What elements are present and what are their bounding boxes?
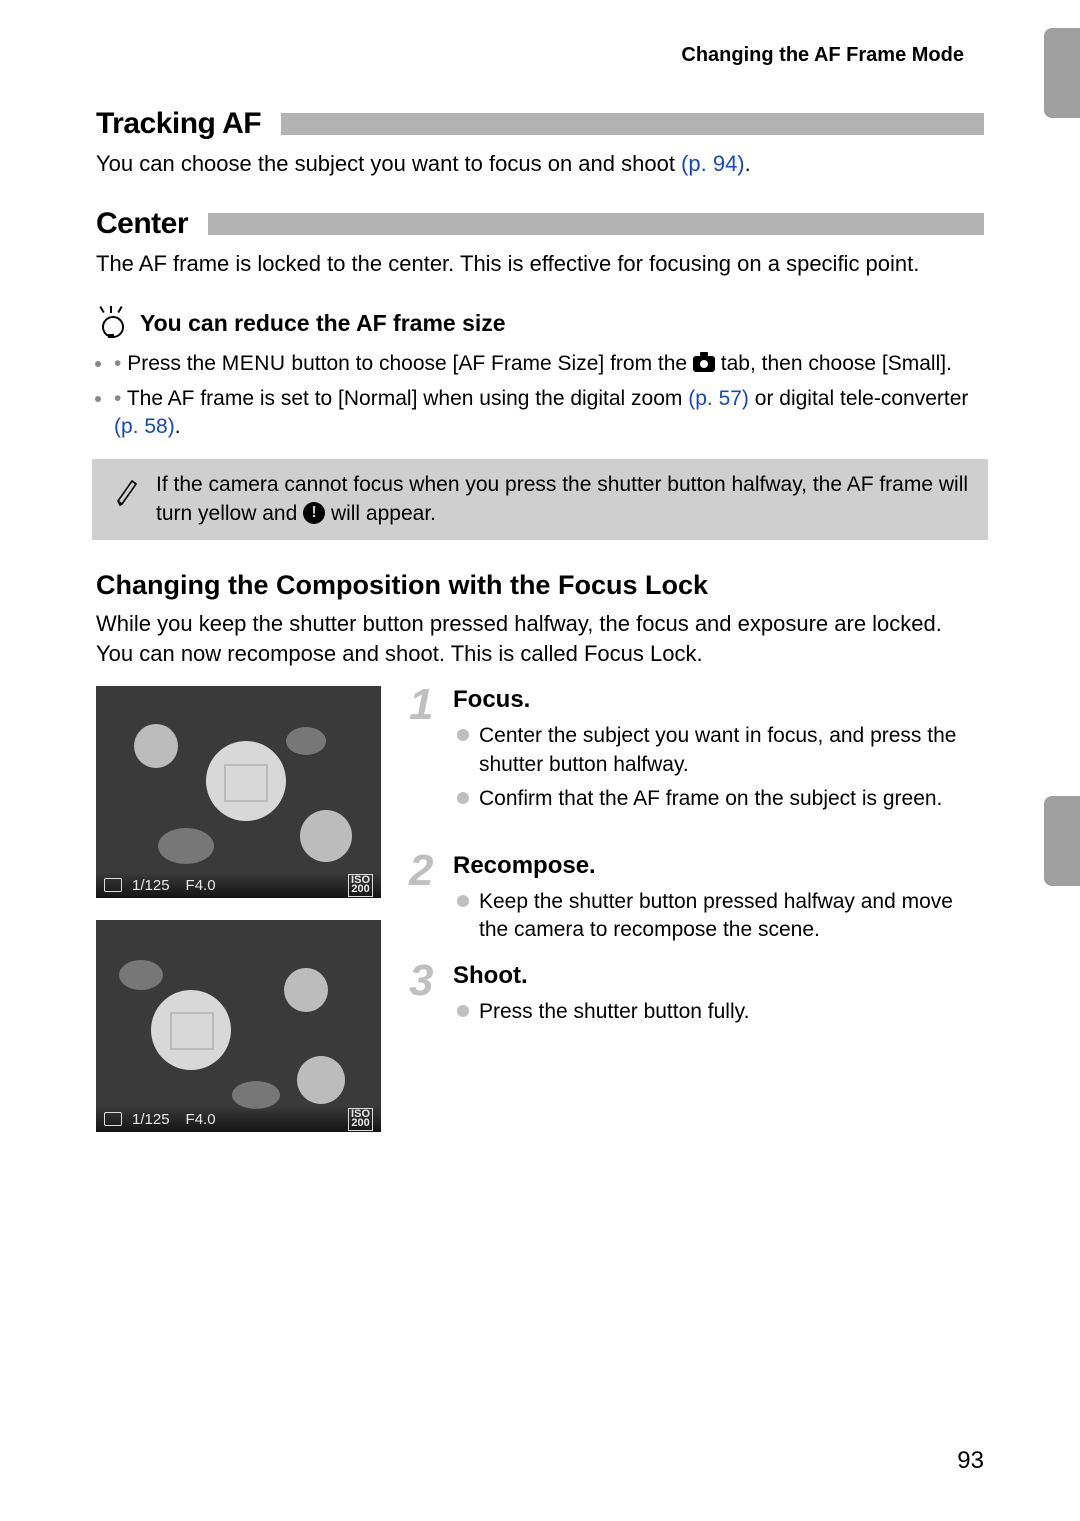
osd-bar: 1/125 F4.0 ISO200 [96,1106,381,1132]
osd-shutter: 1/125 [132,1111,170,1128]
tracking-body-post: . [745,151,751,176]
tracking-body: You can choose the subject you want to f… [96,149,984,179]
thumbnails: 1/125 F4.0 ISO200 1/125 [96,686,381,1132]
step-bullet: Confirm that the AF frame on the subject… [457,785,984,813]
step-1: 1 Focus. Center the subject you want in … [409,686,984,813]
step-title: Shoot. [453,962,984,990]
side-tab-mid [1044,796,1080,886]
tracking-body-pre: You can choose the subject you want to f… [96,151,681,176]
step-bullet: Press the shutter button fully. [457,998,984,1026]
osd-bar: 1/125 F4.0 ISO200 [96,872,381,898]
section-heading-tracking: Tracking AF [96,107,984,141]
tip-item-1: • Press the MENU button to choose [AF Fr… [114,350,984,378]
heading-rule [204,213,984,235]
pencil-icon [114,471,140,507]
page-number: 93 [957,1447,984,1475]
step-3: 3 Shoot. Press the shutter button fully. [409,962,984,1026]
tip2-link1[interactable]: (p. 57) [688,387,749,410]
steps-area: 1/125 F4.0 ISO200 1/125 [96,686,984,1172]
tip1-pre: Press the [127,352,222,375]
section-heading-center: Center [96,207,984,241]
lightbulb-icon [96,306,126,340]
iso-icon: ISO200 [348,1108,373,1132]
step-bullet: Center the subject you want in focus, an… [457,722,984,779]
note-text: If the camera cannot focus when you pres… [156,471,972,528]
center-body: The AF frame is locked to the center. Th… [96,249,984,279]
running-header: Changing the AF Frame Mode [96,44,984,67]
af-frame-icon [170,1012,214,1050]
step-number: 1 [409,680,433,730]
tip1-mid: button to choose [AF Frame Size] from th… [286,352,693,375]
step-title: Recompose. [453,852,984,880]
tip1-post: tab, then choose [Small]. [715,352,952,375]
osd-shutter: 1/125 [132,877,170,894]
tip2-link2[interactable]: (p. 58) [114,415,175,438]
note-post: will appear. [331,502,436,525]
tip2-post: . [175,415,181,438]
osd-aperture: F4.0 [186,877,216,894]
heading-tracking: Tracking AF [96,107,261,141]
thumbnail-recompose: 1/125 F4.0 ISO200 [96,920,381,1132]
note-box: If the camera cannot focus when you pres… [92,459,988,540]
tracking-link[interactable]: (p. 94) [681,151,745,176]
step-bullet: Keep the shutter button pressed halfway … [457,888,984,945]
warn-glyph: ! [311,502,316,524]
tip-heading-row: You can reduce the AF frame size [96,306,984,340]
tip2-mid: or digital tele-converter [749,387,968,410]
step-number: 3 [409,956,433,1006]
metering-icon [104,878,122,892]
warning-icon: ! [303,502,325,524]
osd-aperture: F4.0 [186,1111,216,1128]
tip2-pre: The AF frame is set to [Normal] when usi… [127,387,688,410]
heading-rule [277,113,984,135]
side-tab-top [1044,28,1080,118]
camera-icon [693,356,715,372]
note-pre: If the camera cannot focus when you pres… [156,473,968,524]
tip-item-2: • The AF frame is set to [Normal] when u… [114,385,984,442]
step-title: Focus. [453,686,984,714]
focus-lock-heading: Changing the Composition with the Focus … [96,570,984,601]
menu-label: MENU [222,352,286,375]
iso-icon: ISO200 [348,874,373,898]
heading-center: Center [96,207,188,241]
metering-icon [104,1112,122,1126]
step-2: 2 Recompose. Keep the shutter button pre… [409,852,984,945]
focus-lock-body: While you keep the shutter button presse… [96,609,984,668]
tip-list: • Press the MENU button to choose [AF Fr… [96,350,984,441]
step-number: 2 [409,846,433,896]
tip-title: You can reduce the AF frame size [140,310,506,337]
page-content: Changing the AF Frame Mode Tracking AF Y… [0,0,1080,1172]
thumbnail-focus: 1/125 F4.0 ISO200 [96,686,381,898]
steps-list: 1 Focus. Center the subject you want in … [409,686,984,1132]
af-frame-icon [224,764,268,802]
